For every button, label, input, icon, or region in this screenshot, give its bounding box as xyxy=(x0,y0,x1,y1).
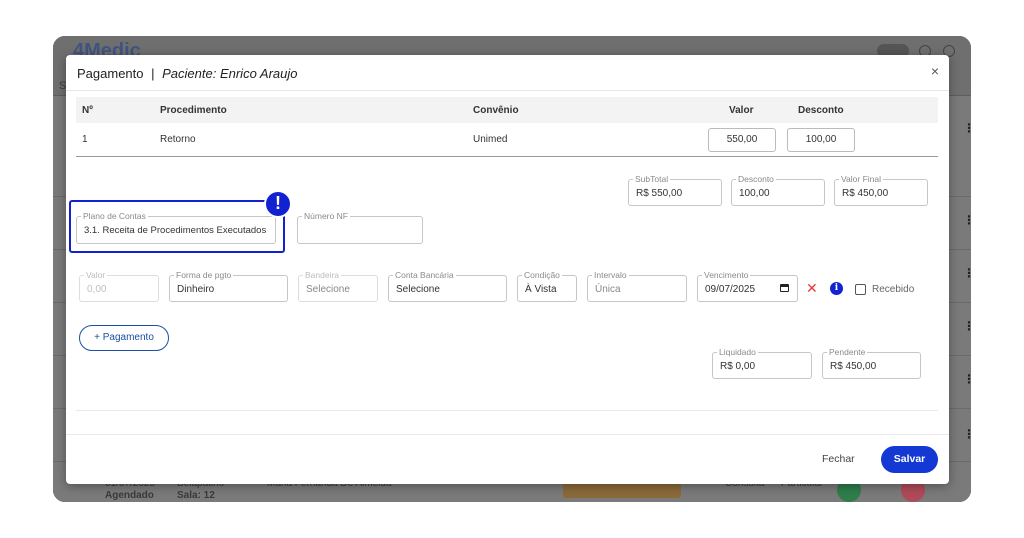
table-row: 1 Retorno Unimed 550,00 100,00 xyxy=(76,123,938,157)
forma-pgto-label: Forma de pgto xyxy=(174,270,234,280)
bg-status: Agendado xyxy=(105,490,154,501)
conta-bancaria-select[interactable]: Conta Bancária Selecione xyxy=(388,270,507,302)
condicao-label: Condição xyxy=(522,270,562,280)
more-icon: ⋮ xyxy=(963,266,971,280)
forma-pgto-select[interactable]: Forma de pgto Dinheiro xyxy=(169,270,288,302)
valor-final-field: Valor Final R$ 450,00 xyxy=(834,174,928,206)
row-procedimento: Retorno xyxy=(160,134,196,145)
condicao-select[interactable]: Condição À Vista xyxy=(517,270,577,302)
add-payment-button[interactable]: + Pagamento xyxy=(79,325,169,351)
bandeira-label: Bandeira xyxy=(303,270,342,280)
valor-input[interactable]: 550,00 xyxy=(708,128,776,152)
conta-bancaria-label: Conta Bancária xyxy=(393,270,456,280)
fechar-button[interactable]: Fechar xyxy=(822,453,855,465)
condicao-value: À Vista xyxy=(525,284,557,295)
more-icon: ⋮ xyxy=(963,121,971,135)
salvar-button[interactable]: Salvar xyxy=(881,446,938,473)
desconto-total-value: 100,00 xyxy=(739,188,770,199)
desconto-total-label: Desconto xyxy=(736,174,776,184)
numero-nf-label: Número NF xyxy=(302,211,350,221)
section-divider xyxy=(76,410,938,411)
desconto-total-field[interactable]: Desconto 100,00 xyxy=(731,174,825,206)
liquidado-field: Liquidado R$ 0,00 xyxy=(712,347,812,379)
modal-header: Pagamento | Paciente: Enrico Araujo × xyxy=(66,55,949,91)
forma-pgto-value: Dinheiro xyxy=(177,284,215,295)
row-num: 1 xyxy=(82,134,88,145)
intervalo-select[interactable]: Intervalo Única xyxy=(587,270,687,302)
col-num: Nº xyxy=(82,105,93,116)
table-header: Nº Procedimento Convênio Valor Desconto xyxy=(76,97,938,123)
subtotal-label: SubTotal xyxy=(633,174,671,184)
calendar-icon[interactable] xyxy=(780,284,789,292)
vencimento-date-input[interactable]: Vencimento 09/07/2025 xyxy=(697,270,798,302)
numero-nf-field[interactable]: Número NF xyxy=(297,211,423,244)
subtotal-value: R$ 550,00 xyxy=(636,188,683,199)
bandeira-value: Selecione xyxy=(306,284,350,295)
recebido-checkbox[interactable] xyxy=(855,284,866,295)
clear-icon[interactable]: ✕ xyxy=(806,281,818,295)
desconto-input[interactable]: 100,00 xyxy=(787,128,855,152)
col-desconto: Desconto xyxy=(798,105,844,116)
intervalo-value: Única xyxy=(595,284,621,295)
subtotal-field: SubTotal R$ 550,00 xyxy=(628,174,722,206)
valor-pagamento-label: Valor xyxy=(84,270,108,280)
title-separator: | xyxy=(151,66,155,81)
conta-bancaria-value: Selecione xyxy=(396,284,440,295)
liquidado-label: Liquidado xyxy=(717,347,758,357)
row-convenio: Unimed xyxy=(473,134,508,145)
pendente-label: Pendente xyxy=(827,347,868,357)
more-icon: ⋮ xyxy=(963,372,971,386)
intervalo-label: Intervalo xyxy=(592,270,629,280)
valor-pagamento-value: 0,00 xyxy=(87,284,107,295)
bg-room: Sala: 12 xyxy=(177,490,215,501)
col-convenio: Convênio xyxy=(473,105,519,116)
plano-contas-highlight xyxy=(69,200,285,253)
modal-title: Pagamento | Paciente: Enrico Araujo xyxy=(77,66,298,81)
vencimento-value: 09/07/2025 xyxy=(705,284,756,295)
col-valor: Valor xyxy=(729,105,754,116)
valor-final-label: Valor Final xyxy=(839,174,883,184)
more-icon: ⋮ xyxy=(963,213,971,227)
recebido-label: Recebido xyxy=(872,284,915,295)
more-icon: ⋮ xyxy=(963,427,971,441)
pendente-field: Pendente R$ 450,00 xyxy=(822,347,921,379)
bandeira-select[interactable]: Bandeira Selecione xyxy=(298,270,378,302)
valor-final-value: R$ 450,00 xyxy=(842,188,889,199)
patient-name: Paciente: Enrico Araujo xyxy=(162,66,298,81)
footer-divider xyxy=(66,434,949,435)
col-procedimento: Procedimento xyxy=(160,105,227,116)
alert-icon: ! xyxy=(264,190,292,218)
payment-modal: Pagamento | Paciente: Enrico Araujo × Nº… xyxy=(66,55,949,484)
modal-title-text: Pagamento xyxy=(77,66,144,81)
valor-pagamento-field[interactable]: Valor 0,00 xyxy=(79,270,159,302)
liquidado-value: R$ 0,00 xyxy=(720,361,756,372)
more-icon: ⋮ xyxy=(963,319,971,333)
info-icon[interactable]: i xyxy=(830,282,843,295)
close-icon[interactable]: × xyxy=(931,64,939,78)
vencimento-label: Vencimento xyxy=(702,270,751,280)
pendente-value: R$ 450,00 xyxy=(830,361,877,372)
